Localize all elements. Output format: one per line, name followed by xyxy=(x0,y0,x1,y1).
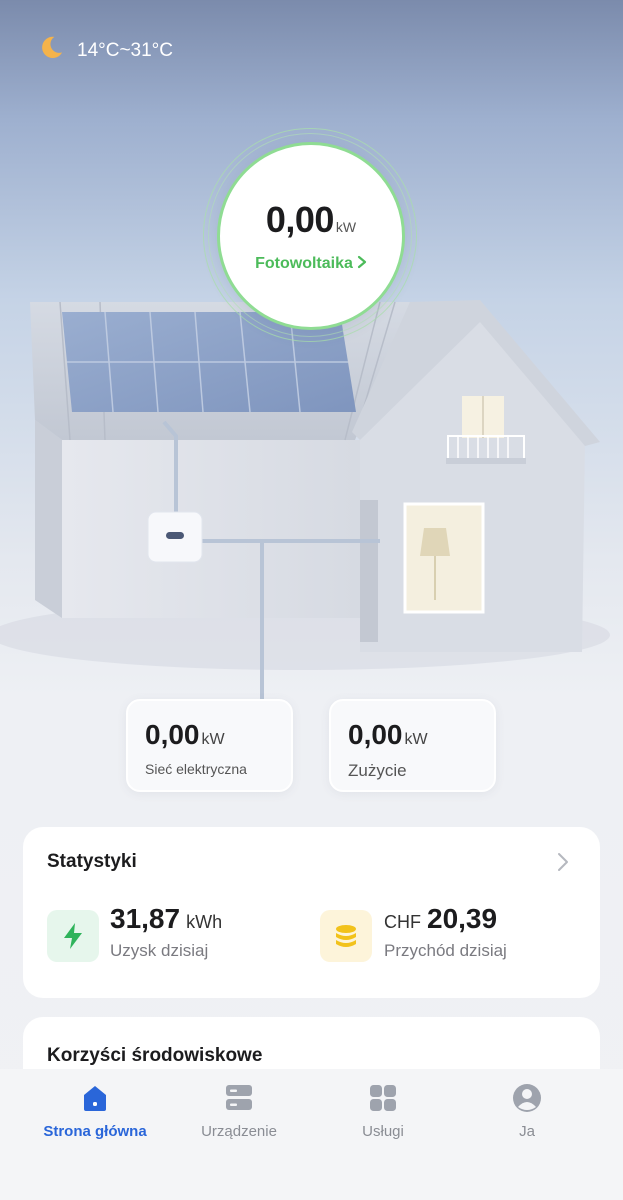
consumption-value: 0,00 xyxy=(348,719,403,750)
revenue-label: Przychód dzisiaj xyxy=(384,941,507,960)
tab-device[interactable]: Urządzenie xyxy=(169,1083,309,1140)
yield-unit: kWh xyxy=(186,912,223,932)
lightning-icon xyxy=(47,910,99,962)
yield-value: 31,87 xyxy=(110,903,181,934)
tab-services-label: Usługi xyxy=(362,1123,404,1140)
bottom-tab-bar: Strona główna Urządzenie Usługi Ja xyxy=(0,1069,623,1200)
home-icon xyxy=(84,1086,106,1111)
yield-today: 31,87 kWh xyxy=(110,903,222,935)
consumption-label: Zużycie xyxy=(348,761,407,780)
grid-power: 0,00 kW xyxy=(145,719,225,751)
tab-home[interactable]: Strona główna xyxy=(25,1083,165,1140)
photovoltaic-value: 0,00 xyxy=(265,198,335,240)
grid-value: 0,00 xyxy=(145,719,200,750)
tab-profile-label: Ja xyxy=(519,1123,535,1140)
tab-profile[interactable]: Ja xyxy=(457,1083,597,1140)
profile-icon xyxy=(513,1084,541,1112)
tab-services[interactable]: Usługi xyxy=(313,1083,453,1140)
grid-power-card[interactable]: 0,00 kW Sieć elektryczna xyxy=(126,699,293,792)
chevron-right-icon[interactable] xyxy=(556,851,570,873)
grid-unit: kW xyxy=(201,731,225,748)
statistics-title: Statystyki xyxy=(47,851,137,872)
consumption-card[interactable]: 0,00 kW Zużycie xyxy=(329,699,496,792)
revenue-currency: CHF xyxy=(384,912,421,932)
photovoltaic-bubble[interactable]: 0,00 kW Fotowoltaika xyxy=(217,142,405,330)
consumption-power: 0,00 kW xyxy=(348,719,428,751)
photovoltaic-label: Fotowoltaika xyxy=(255,255,353,272)
revenue-value: 20,39 xyxy=(427,903,498,934)
photovoltaic-link[interactable]: Fotowoltaika xyxy=(255,255,367,274)
photovoltaic-unit: kW xyxy=(335,218,357,235)
house-illustration xyxy=(0,300,610,700)
device-icon xyxy=(226,1085,252,1110)
revenue-today: CHF 20,39 xyxy=(384,903,497,935)
grid-label: Sieć elektryczna xyxy=(145,761,247,777)
environment-title: Korzyści środowiskowe xyxy=(47,1045,263,1066)
statistics-card[interactable]: Statystyki 31,87 kWh Uzysk dzisiaj CHF 20,… xyxy=(23,827,600,998)
yield-label: Uzysk dzisiaj xyxy=(110,941,209,960)
tab-device-label: Urządzenie xyxy=(201,1123,277,1140)
consumption-unit: kW xyxy=(404,731,428,748)
chevron-right-icon xyxy=(357,255,367,274)
services-icon xyxy=(370,1085,396,1111)
coins-icon xyxy=(320,910,372,962)
photovoltaic-power: 0,00 kW xyxy=(266,199,356,241)
tab-home-label: Strona główna xyxy=(43,1123,147,1140)
